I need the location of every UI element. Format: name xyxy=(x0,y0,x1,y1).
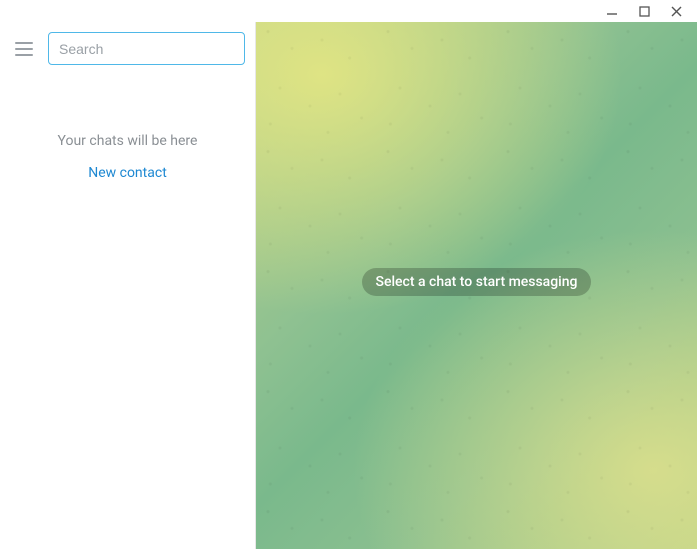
search-input[interactable] xyxy=(48,32,245,65)
app-body: Your chats will be here New contact Sele… xyxy=(0,22,697,549)
minimize-icon xyxy=(606,5,618,17)
hamburger-icon xyxy=(15,42,33,44)
close-icon xyxy=(671,6,682,17)
chat-placeholder-pill: Select a chat to start messaging xyxy=(362,268,592,296)
menu-button[interactable] xyxy=(12,37,36,61)
sidebar: Your chats will be here New contact xyxy=(0,22,256,549)
empty-chats-text: Your chats will be here xyxy=(0,133,255,149)
sidebar-header xyxy=(0,22,255,75)
window-titlebar xyxy=(0,0,697,22)
chat-area: Select a chat to start messaging xyxy=(256,22,697,549)
search-container xyxy=(48,32,245,65)
window-minimize-button[interactable] xyxy=(605,4,619,18)
maximize-icon xyxy=(639,6,650,17)
window-close-button[interactable] xyxy=(669,4,683,18)
new-contact-link[interactable]: New contact xyxy=(0,165,255,181)
app-window: Your chats will be here New contact Sele… xyxy=(0,0,697,549)
window-maximize-button[interactable] xyxy=(637,4,651,18)
